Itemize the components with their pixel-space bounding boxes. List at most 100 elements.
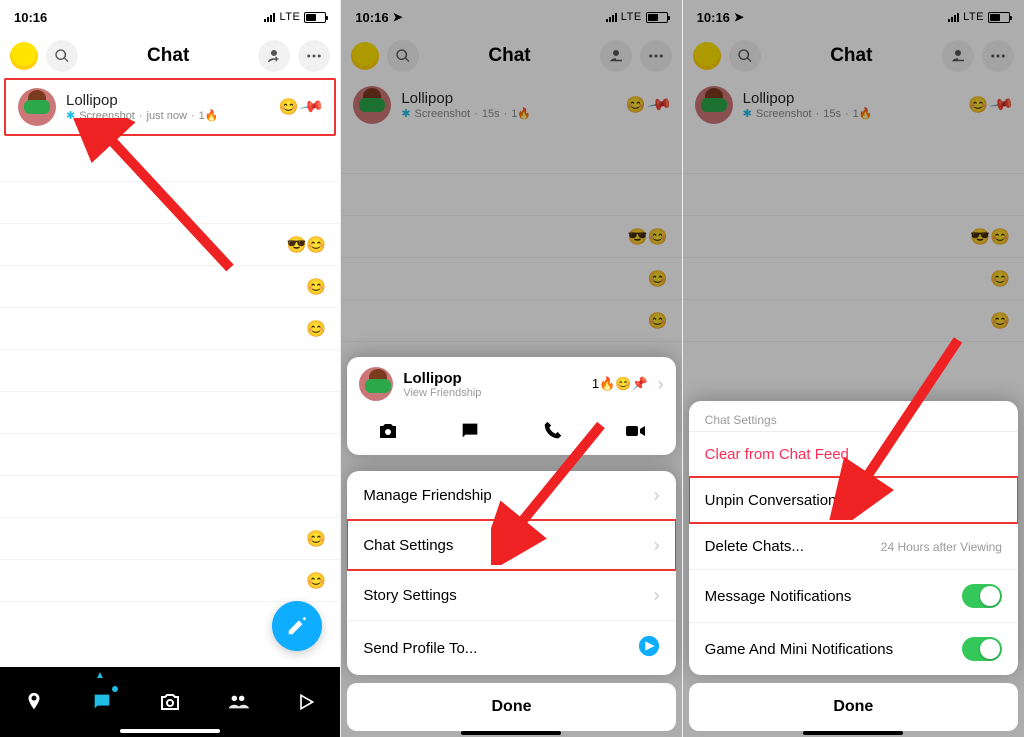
feed-row[interactable] <box>0 350 340 392</box>
panel-step-2: 10:16 ➤ LTE Chat Lollipop ✱Screenshot·15… <box>341 0 682 737</box>
tab-spotlight[interactable] <box>292 688 320 716</box>
tab-map[interactable] <box>20 688 48 716</box>
chevron-right-icon: › <box>654 585 660 606</box>
friend-card-sheet: Lollipop View Friendship 1🔥😊📌 › <box>347 357 675 455</box>
feed-row[interactable]: 😊 <box>0 518 340 560</box>
unpin-conversation-row[interactable]: Unpin Conversation <box>689 477 1018 523</box>
clear-from-feed-row[interactable]: Clear from Chat Feed <box>689 431 1018 477</box>
more-icon <box>989 47 1007 65</box>
chat-header: Chat <box>0 34 340 78</box>
delete-chats-row[interactable]: Delete Chats... 24 Hours after Viewing <box>689 523 1018 569</box>
tab-camera[interactable] <box>156 688 184 716</box>
feed-row[interactable] <box>0 476 340 518</box>
search-button[interactable] <box>729 40 761 72</box>
toggle-on-icon[interactable] <box>962 637 1002 661</box>
besties-emoji-icon: 😊 <box>278 97 298 117</box>
feed-row[interactable]: 😎😊 <box>0 224 340 266</box>
chat-icon <box>91 691 113 713</box>
compose-button[interactable] <box>272 601 322 651</box>
feed-row[interactable] <box>0 392 340 434</box>
send-icon <box>638 635 660 661</box>
more-button[interactable] <box>298 40 330 72</box>
more-button[interactable] <box>640 40 672 72</box>
battery-icon <box>304 12 326 23</box>
search-button[interactable] <box>387 40 419 72</box>
tab-bar: ▲ <box>0 667 340 737</box>
home-indicator <box>803 731 903 735</box>
done-button[interactable]: Done <box>689 683 1018 731</box>
call-button[interactable] <box>539 417 567 445</box>
feed-row[interactable] <box>0 434 340 476</box>
camera-icon <box>158 690 182 714</box>
chat-row-lollipop[interactable]: Lollipop ✱ Screenshot · just now · 1🔥 😊 … <box>4 78 336 136</box>
panel-step-3: 10:16➤ LTE Chat Lollipop ✱Screenshot·15s… <box>683 0 1024 737</box>
friend-avatar-icon <box>359 367 393 401</box>
feed-row[interactable] <box>0 182 340 224</box>
profile-avatar-icon[interactable] <box>351 42 379 70</box>
add-friend-button[interactable] <box>942 40 974 72</box>
map-pin-icon <box>23 691 45 713</box>
chat-icon <box>459 420 481 442</box>
panel-step-1: 10:16 LTE Chat Lollipop ✱ <box>0 0 341 737</box>
feed-row[interactable]: 😊 <box>0 308 340 350</box>
search-icon <box>737 48 753 64</box>
status-bar: 10:16 LTE <box>0 0 340 34</box>
status-time: 10:16 <box>14 10 47 25</box>
feed-row[interactable] <box>0 140 340 182</box>
feed-row[interactable]: 😊 <box>0 266 340 308</box>
more-button[interactable] <box>982 40 1014 72</box>
chat-row-lollipop[interactable]: Lollipop ✱Screenshot·15s·1🔥 😊📌 <box>341 78 681 132</box>
friend-avatar-icon <box>18 88 56 126</box>
home-indicator <box>120 729 220 733</box>
add-friend-button[interactable] <box>258 40 290 72</box>
send-profile-row[interactable]: Send Profile To... <box>347 620 675 675</box>
add-friend-icon <box>607 47 625 65</box>
snap-camera-button[interactable] <box>374 417 402 445</box>
search-button[interactable] <box>46 40 78 72</box>
chat-row-lollipop[interactable]: Lollipop ✱Screenshot·15s·1🔥 😊📌 <box>683 78 1024 132</box>
chevron-right-icon: › <box>654 485 660 506</box>
chevron-right-icon: › <box>654 535 660 556</box>
more-icon <box>647 47 665 65</box>
chat-name: Lollipop <box>66 92 268 109</box>
view-friendship-row[interactable]: Lollipop View Friendship 1🔥😊📌 › <box>347 357 675 411</box>
compose-icon <box>286 615 308 637</box>
add-friend-icon <box>265 47 283 65</box>
chat-subtitle: ✱ Screenshot · just now · 1🔥 <box>66 109 268 122</box>
play-icon <box>296 692 316 712</box>
add-friend-button[interactable] <box>600 40 632 72</box>
friend-badges: 1🔥😊📌 <box>592 376 648 392</box>
game-notifications-row[interactable]: Game And Mini Notifications <box>689 622 1018 675</box>
tab-stories[interactable] <box>224 688 252 716</box>
friend-menu-sheet: Manage Friendship› Chat Settings› Story … <box>347 471 675 675</box>
profile-avatar-icon[interactable] <box>693 42 721 70</box>
home-indicator <box>461 731 561 735</box>
status-bar: 10:16 ➤ LTE <box>341 0 681 34</box>
feed-row[interactable]: 😊 <box>0 560 340 602</box>
friend-avatar-icon <box>695 86 733 124</box>
chat-settings-row[interactable]: Chat Settings› <box>347 520 675 570</box>
people-icon <box>227 691 249 713</box>
story-settings-row[interactable]: Story Settings› <box>347 570 675 620</box>
pin-icon: 📌 <box>298 93 326 121</box>
video-icon <box>623 419 647 443</box>
screenshot-icon: ✱ <box>66 109 75 122</box>
toggle-on-icon[interactable] <box>962 584 1002 608</box>
location-icon: ➤ <box>393 10 403 24</box>
chat-button[interactable] <box>456 417 484 445</box>
header-title: Chat <box>147 45 189 67</box>
add-friend-icon <box>949 47 967 65</box>
search-icon <box>395 48 411 64</box>
camera-icon <box>376 419 400 443</box>
video-call-button[interactable] <box>621 417 649 445</box>
done-button[interactable]: Done <box>347 683 675 731</box>
battery-icon <box>646 12 668 23</box>
profile-avatar-icon[interactable] <box>10 42 38 70</box>
signal-icon <box>606 13 617 22</box>
tab-chat[interactable] <box>88 688 116 716</box>
settings-heading: Chat Settings <box>689 401 1018 431</box>
search-icon <box>54 48 70 64</box>
manage-friendship-row[interactable]: Manage Friendship› <box>347 471 675 520</box>
message-notifications-row[interactable]: Message Notifications <box>689 569 1018 622</box>
status-time: 10:16 <box>355 10 388 25</box>
